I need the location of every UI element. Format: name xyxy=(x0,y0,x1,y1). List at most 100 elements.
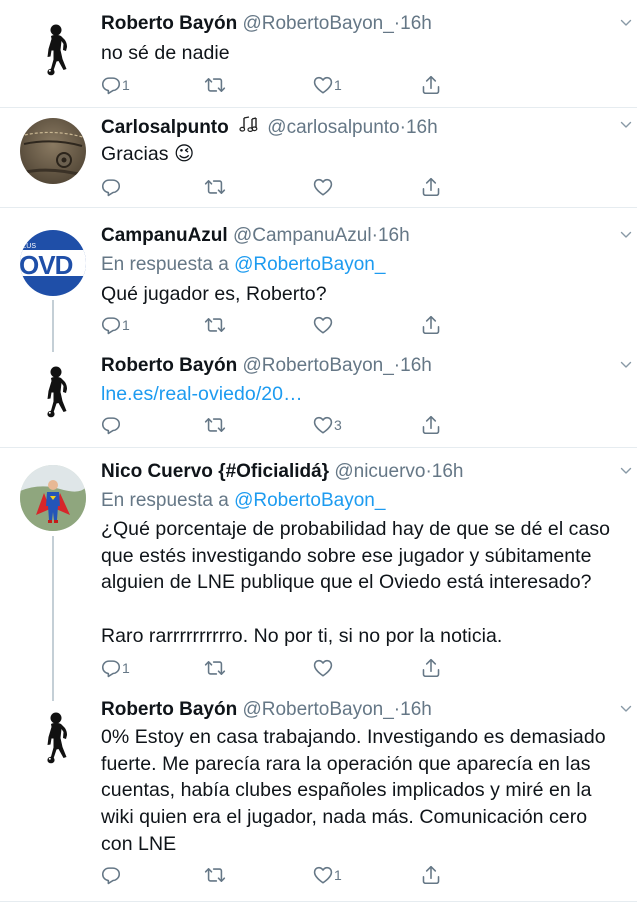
silhouette-avatar-icon xyxy=(20,358,86,424)
display-name[interactable]: Carlosalpunto xyxy=(101,117,229,138)
tweet[interactable]: ZUS OVD CampanuAzul @CampanuAzul·16h En … xyxy=(0,208,637,346)
tweet[interactable]: Carlosalpunto @carlosalpunto·16h Gracias… xyxy=(0,108,637,207)
display-name[interactable]: CampanuAzul xyxy=(101,225,228,246)
retweet-button[interactable] xyxy=(204,176,226,198)
avatar[interactable] xyxy=(20,465,86,531)
heart-icon xyxy=(312,657,334,679)
tweet-text: Qué jugador es, Roberto? xyxy=(101,283,327,305)
timestamp[interactable]: 16h xyxy=(432,461,464,482)
like-button[interactable] xyxy=(312,176,334,198)
chevron-down-icon[interactable] xyxy=(619,464,633,478)
leather-pocket-avatar-icon xyxy=(20,118,86,184)
reply-button[interactable]: 1 xyxy=(100,314,130,336)
avatar[interactable] xyxy=(20,118,86,184)
heart-icon xyxy=(312,414,334,436)
reply-button[interactable] xyxy=(100,864,122,886)
tweet-header: Roberto Bayón @RobertoBayon_·16h xyxy=(101,12,432,36)
share-button[interactable] xyxy=(420,314,442,336)
reply-button[interactable] xyxy=(100,414,122,436)
share-button[interactable] xyxy=(420,864,442,886)
retweet-button[interactable] xyxy=(204,74,226,96)
display-name[interactable]: Roberto Bayón xyxy=(101,355,237,376)
timestamp[interactable]: 16h xyxy=(400,699,432,720)
comment-icon xyxy=(100,414,122,436)
timestamp[interactable]: 16h xyxy=(378,225,410,246)
share-button[interactable] xyxy=(420,74,442,96)
share-button[interactable] xyxy=(420,657,442,679)
chevron-down-icon[interactable] xyxy=(619,228,633,242)
retweet-button[interactable] xyxy=(204,657,226,679)
tweet-actions: 1 1 xyxy=(100,74,440,96)
chevron-down-icon[interactable] xyxy=(619,16,633,30)
chevron-down-icon[interactable] xyxy=(619,702,633,716)
retweet-button[interactable] xyxy=(204,414,226,436)
superhero-kid-avatar-icon xyxy=(20,465,86,531)
handle[interactable]: @RobertoBayon_ xyxy=(242,699,393,720)
share-icon xyxy=(420,314,442,336)
svg-text:OVD: OVD xyxy=(20,250,73,280)
chevron-down-icon[interactable] xyxy=(619,358,633,372)
retweet-icon xyxy=(204,414,226,436)
tweet[interactable]: Roberto Bayón @RobertoBayon_·16h lne.es/… xyxy=(0,346,637,447)
like-button[interactable]: 1 xyxy=(312,74,342,96)
handle[interactable]: @RobertoBayon_ xyxy=(242,13,393,34)
tweet-actions: 1 xyxy=(100,314,440,336)
share-icon xyxy=(420,176,442,198)
display-name[interactable]: Nico Cuervo {#Oficialidá} xyxy=(101,461,329,482)
divider xyxy=(0,901,637,902)
tweet-actions: 1 xyxy=(100,657,440,679)
like-button[interactable]: 3 xyxy=(312,414,342,436)
retweet-button[interactable] xyxy=(204,314,226,336)
like-button[interactable] xyxy=(312,657,334,679)
reply-mention-link[interactable]: @RobertoBayon_ xyxy=(234,490,385,511)
reply-button[interactable]: 1 xyxy=(100,657,130,679)
like-button[interactable] xyxy=(312,314,334,336)
tweet-actions xyxy=(100,176,440,198)
tweet-actions: 3 xyxy=(100,414,440,436)
display-name[interactable]: Roberto Bayón xyxy=(101,699,237,720)
tweet-header: CampanuAzul @CampanuAzul·16h xyxy=(101,224,410,248)
share-button[interactable] xyxy=(420,176,442,198)
reply-count: 1 xyxy=(122,317,130,333)
tweet-text: 0% Estoy en casa trabajando. Investigand… xyxy=(101,726,606,855)
handle[interactable]: @nicuervo xyxy=(334,461,425,482)
reply-count: 1 xyxy=(122,660,130,676)
reply-button[interactable] xyxy=(100,176,122,198)
timestamp[interactable]: 16h xyxy=(406,117,438,138)
avatar[interactable] xyxy=(20,704,86,770)
chevron-down-icon[interactable] xyxy=(619,118,633,132)
tweet-text: ¿Qué porcentaje de probabilidad hay de q… xyxy=(101,518,611,647)
timestamp[interactable]: 16h xyxy=(400,13,432,34)
thread-line xyxy=(52,346,54,352)
avatar[interactable]: ZUS OVD xyxy=(20,230,86,296)
display-name[interactable]: Roberto Bayón xyxy=(101,13,237,34)
heart-icon xyxy=(312,74,334,96)
reply-context: En respuesta a @RobertoBayon_ xyxy=(101,489,385,513)
retweet-icon xyxy=(204,864,226,886)
reply-button[interactable]: 1 xyxy=(100,74,130,96)
handle[interactable]: @RobertoBayon_ xyxy=(242,355,393,376)
avatar[interactable] xyxy=(20,358,86,424)
retweet-icon xyxy=(204,314,226,336)
like-count: 3 xyxy=(334,417,342,433)
like-count: 1 xyxy=(334,77,342,93)
tweet-actions: 1 xyxy=(100,864,440,886)
share-button[interactable] xyxy=(420,414,442,436)
retweet-button[interactable] xyxy=(204,864,226,886)
like-button[interactable]: 1 xyxy=(312,864,342,886)
thread-line xyxy=(52,536,54,693)
tweet-header: Nico Cuervo {#Oficialidá} @nicuervo·16h xyxy=(101,460,464,484)
timestamp[interactable]: 16h xyxy=(400,355,432,376)
handle[interactable]: @CampanuAzul xyxy=(233,225,372,246)
tweet[interactable]: Roberto Bayón @RobertoBayon_·16h no sé d… xyxy=(0,0,637,107)
handle[interactable]: @carlosalpunto xyxy=(267,117,399,138)
tweet[interactable]: Roberto Bayón @RobertoBayon_·16h 0% Esto… xyxy=(0,693,637,903)
avatar[interactable] xyxy=(20,16,86,82)
tweet-link[interactable]: lne.es/real-oviedo/20… xyxy=(101,381,621,408)
reply-count: 1 xyxy=(122,77,130,93)
comment-icon xyxy=(100,314,122,336)
retweet-icon xyxy=(204,657,226,679)
heart-icon xyxy=(312,314,334,336)
tweet[interactable]: Nico Cuervo {#Oficialidá} @nicuervo·16h … xyxy=(0,448,637,693)
reply-mention-link[interactable]: @RobertoBayon_ xyxy=(234,254,385,275)
